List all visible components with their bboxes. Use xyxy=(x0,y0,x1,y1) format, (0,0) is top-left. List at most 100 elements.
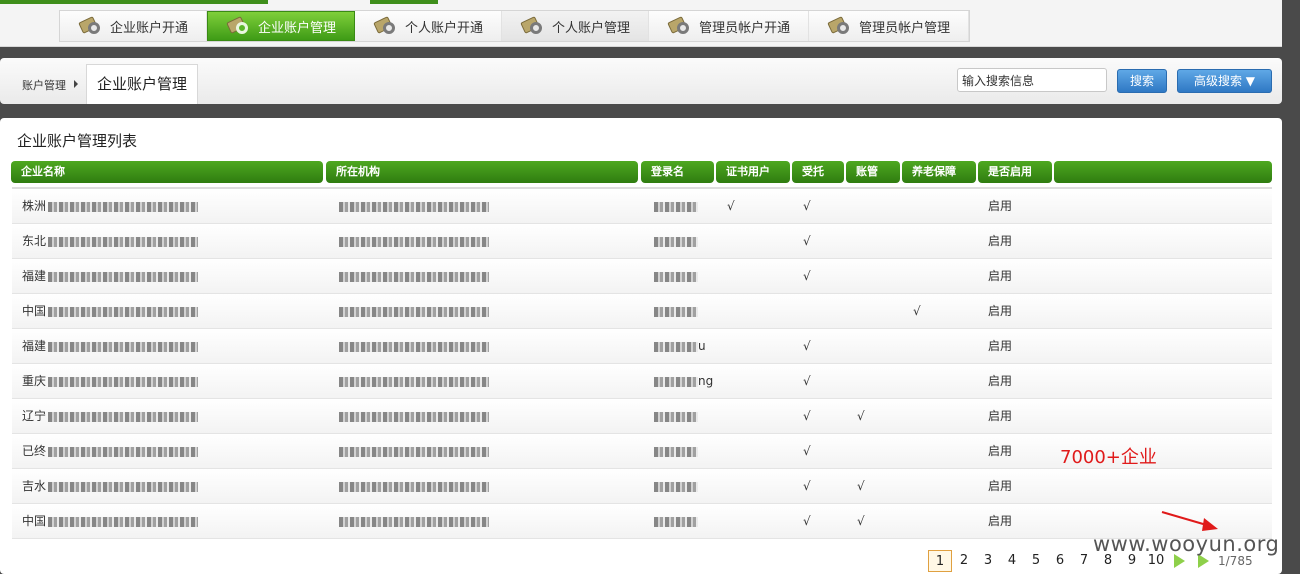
tab-admin-open[interactable]: 管理员帐户开通 xyxy=(649,11,810,41)
cell-login-name xyxy=(652,224,698,259)
cell-organization xyxy=(337,294,489,329)
cell-trust: √ xyxy=(803,269,811,283)
column-header-name[interactable]: 企业名称 xyxy=(11,161,323,183)
cell-organization xyxy=(337,364,489,399)
column-header-trust[interactable]: 受托 xyxy=(792,161,844,183)
redacted-text xyxy=(339,446,489,457)
redacted-text xyxy=(654,306,698,317)
breadcrumb-root[interactable]: 账户管理 xyxy=(22,77,66,93)
cell-trust: √ xyxy=(803,374,811,388)
column-header-org[interactable]: 所在机构 xyxy=(326,161,638,183)
cell-company-name: 中国 xyxy=(22,504,199,539)
cell-enabled: 启用 xyxy=(988,269,1013,283)
page-link[interactable]: 5 xyxy=(1024,550,1048,572)
cell-enabled: 启用 xyxy=(988,304,1013,318)
card-key-icon xyxy=(226,16,250,36)
breadcrumb-arrow-icon xyxy=(74,80,78,88)
table-row[interactable]: 中国 √ 启用 xyxy=(12,294,1272,329)
cell-enabled: 启用 xyxy=(988,479,1013,493)
cell-organization xyxy=(337,329,489,364)
redacted-text xyxy=(339,201,489,212)
cell-enabled: 启用 xyxy=(988,514,1013,528)
cell-enabled: 启用 xyxy=(988,444,1013,458)
cell-login-name xyxy=(652,434,698,469)
redacted-text xyxy=(654,341,698,352)
tab-personal-open[interactable]: 个人账户开通 xyxy=(355,11,503,41)
cell-login-name xyxy=(652,294,698,329)
cell-organization xyxy=(337,434,489,469)
redacted-text xyxy=(48,271,199,282)
redacted-text xyxy=(339,271,489,282)
tab-label: 个人账户开通 xyxy=(405,20,484,36)
cell-company-name: 福建 xyxy=(22,329,199,364)
watermark: www.wooyun.org xyxy=(1093,532,1280,556)
redacted-text xyxy=(48,446,199,457)
cell-trust: √ xyxy=(803,444,811,458)
cell-trust: √ xyxy=(803,339,811,353)
column-header-enabled[interactable]: 是否启用 xyxy=(978,161,1052,183)
cell-login-name xyxy=(652,189,698,224)
cell-enabled: 启用 xyxy=(988,374,1013,388)
column-header-acct[interactable]: 账管 xyxy=(846,161,900,183)
card-key-icon xyxy=(373,16,397,36)
list-title: 企业账户管理列表 xyxy=(17,132,138,150)
table-row[interactable]: 东北 √ 启用 xyxy=(12,224,1272,259)
redacted-text xyxy=(339,376,489,387)
cell-organization xyxy=(337,399,489,434)
table-row[interactable]: 重庆 ng √ 启用 xyxy=(12,364,1272,399)
column-header-pension[interactable]: 养老保障 xyxy=(902,161,976,183)
search-button[interactable]: 搜索 xyxy=(1117,69,1167,93)
table-row[interactable]: 吉水 √ √ 启用 xyxy=(12,469,1272,504)
page-link[interactable]: 3 xyxy=(976,550,1000,572)
cell-trust: √ xyxy=(803,234,811,248)
card-key-icon xyxy=(827,16,851,36)
redacted-text xyxy=(654,271,698,282)
redacted-text xyxy=(654,236,698,247)
table-row[interactable]: 辽宁 √ √ 启用 xyxy=(12,399,1272,434)
table-row[interactable]: 福建 u √ 启用 xyxy=(12,329,1272,364)
annotation-arrow-icon xyxy=(1161,511,1218,531)
tab-enterprise-manage[interactable]: 企业账户管理 xyxy=(207,11,356,41)
page-link[interactable]: 1 xyxy=(928,550,952,572)
cell-company-name: 东北 xyxy=(22,224,199,259)
cell-trust: √ xyxy=(803,514,811,528)
cell-login-name xyxy=(652,504,698,539)
advanced-search-button[interactable]: 高级搜索 ▼ xyxy=(1177,69,1272,93)
cell-organization xyxy=(337,189,489,224)
redacted-text xyxy=(339,481,489,492)
page-link[interactable]: 4 xyxy=(1000,550,1024,572)
table-row[interactable]: 中国 √ √ 启用 xyxy=(12,504,1272,539)
top-tab-bar: 企业账户开通 企业账户管理 个人账户开通 个人账户管理 管理员帐户开通 管理员帐… xyxy=(0,0,1282,47)
cell-account-mgmt: √ xyxy=(857,479,865,493)
accent-strip xyxy=(370,0,438,4)
tab-admin-manage[interactable]: 管理员帐户管理 xyxy=(809,11,970,41)
cell-company-name: 已终 xyxy=(22,434,199,469)
redacted-text xyxy=(654,411,698,422)
tab-enterprise-open[interactable]: 企业账户开通 xyxy=(60,11,208,41)
page-total: 1/785 xyxy=(1218,554,1253,568)
column-header-blank xyxy=(1054,161,1272,183)
search-input[interactable] xyxy=(957,68,1107,92)
redacted-text xyxy=(339,516,489,527)
cell-account-mgmt: √ xyxy=(857,409,865,423)
card-key-icon xyxy=(520,16,544,36)
redacted-text xyxy=(48,516,199,527)
account-table: 株洲 √ √ 启用 东北 √ 启用 福建 √ 启用 中国 √ 启用 福建 u √ 启用 重庆 ng √ 启用 辽宁 √ √ 启用… xyxy=(12,187,1272,539)
redacted-text xyxy=(654,201,698,212)
tab-label: 个人账户管理 xyxy=(552,20,631,36)
table-row[interactable]: 福建 √ 启用 xyxy=(12,259,1272,294)
cell-login-name xyxy=(652,399,698,434)
tab-personal-manage[interactable]: 个人账户管理 xyxy=(502,11,650,41)
cell-pension: √ xyxy=(913,304,921,318)
cell-company-name: 辽宁 xyxy=(22,399,199,434)
redacted-text xyxy=(654,516,698,527)
cell-enabled: 启用 xyxy=(988,339,1013,353)
redacted-text xyxy=(339,306,489,317)
page-link[interactable]: 2 xyxy=(952,550,976,572)
cell-trust: √ xyxy=(803,479,811,493)
redacted-text xyxy=(48,201,199,212)
page-link[interactable]: 6 xyxy=(1048,550,1072,572)
column-header-login[interactable]: 登录名 xyxy=(641,161,714,183)
column-header-cert[interactable]: 证书用户 xyxy=(716,161,790,183)
table-row[interactable]: 株洲 √ √ 启用 xyxy=(12,189,1272,224)
